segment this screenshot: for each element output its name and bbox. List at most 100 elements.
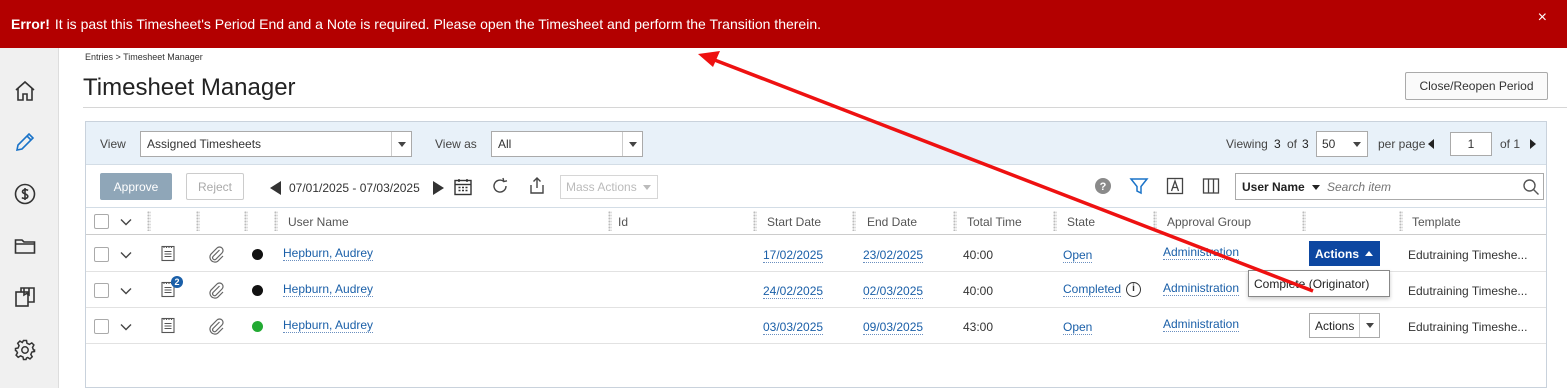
columns-icon[interactable] xyxy=(1201,176,1221,196)
user-name-link[interactable]: Hepburn, Audrey xyxy=(283,318,374,333)
text-format-icon[interactable] xyxy=(1165,176,1185,196)
per-page-select[interactable]: 50 xyxy=(1316,131,1368,157)
chevron-down-icon[interactable] xyxy=(119,320,133,334)
viewing-total: 3 xyxy=(1302,137,1309,151)
start-date-link[interactable]: 17/02/2025 xyxy=(763,248,824,263)
column-resizer[interactable] xyxy=(608,211,612,231)
chevron-down-icon[interactable] xyxy=(119,215,133,229)
column-resizer[interactable] xyxy=(147,211,151,231)
page-value: 1 xyxy=(1467,137,1475,151)
prev-period-icon[interactable] xyxy=(270,181,281,195)
column-resizer[interactable] xyxy=(753,211,757,231)
home-icon[interactable] xyxy=(13,79,37,103)
page-input[interactable]: 1 xyxy=(1450,132,1492,156)
start-date-link[interactable]: 24/02/2025 xyxy=(763,284,824,299)
user-name-link[interactable]: Hepburn, Audrey xyxy=(283,282,374,297)
paperclip-icon[interactable] xyxy=(207,281,225,299)
calendar-icon[interactable] xyxy=(453,177,473,197)
pencil-icon[interactable] xyxy=(13,130,37,154)
error-title: Error! xyxy=(11,16,50,32)
column-header-state[interactable]: State xyxy=(1067,215,1095,229)
copy-icon[interactable] xyxy=(13,285,37,309)
per-page-value: 50 xyxy=(1322,137,1336,151)
paperclip-icon[interactable] xyxy=(207,317,225,335)
export-icon[interactable] xyxy=(527,176,547,196)
chevron-down-icon xyxy=(622,132,642,156)
table-header: User Name Id Start Date End Date Total T… xyxy=(86,207,1546,235)
column-resizer[interactable] xyxy=(196,211,200,231)
column-resizer[interactable] xyxy=(1399,211,1403,231)
column-header-id[interactable]: Id xyxy=(618,215,628,229)
search-field-select[interactable]: User Name xyxy=(1242,180,1321,194)
column-resizer[interactable] xyxy=(1302,211,1306,231)
of-label: of xyxy=(1287,137,1298,151)
total-time-cell: 40:00 xyxy=(963,248,994,262)
column-resizer[interactable] xyxy=(244,211,248,231)
state-link[interactable]: Open xyxy=(1063,320,1093,335)
table-row[interactable]: Hepburn, Audrey 03/03/2025 09/03/2025 43… xyxy=(86,308,1546,344)
menu-item-complete-originator[interactable]: Complete (Originator) xyxy=(1254,277,1369,291)
breadcrumb[interactable]: Entries > Timesheet Manager xyxy=(85,52,203,62)
chevron-up-icon xyxy=(1359,242,1379,265)
info-icon[interactable]: i xyxy=(1126,282,1142,298)
column-header-user-name[interactable]: User Name xyxy=(288,215,349,229)
view-select[interactable]: Assigned Timesheets xyxy=(140,131,412,157)
prev-page-icon[interactable] xyxy=(1428,139,1434,149)
next-period-icon[interactable] xyxy=(433,181,444,195)
column-header-end-date[interactable]: End Date xyxy=(867,215,917,229)
chevron-down-icon[interactable] xyxy=(119,248,133,262)
filter-icon[interactable] xyxy=(1129,176,1149,196)
close-icon[interactable]: × xyxy=(1538,9,1547,27)
dollar-icon[interactable] xyxy=(13,182,37,206)
mass-actions-dropdown[interactable]: Mass Actions xyxy=(560,175,658,199)
search-box: User Name xyxy=(1235,173,1544,200)
date-range: 07/01/2025 - 07/03/2025 xyxy=(289,181,420,195)
mass-actions-label: Mass Actions xyxy=(566,180,637,194)
column-resizer[interactable] xyxy=(852,211,856,231)
user-name-link[interactable]: Hepburn, Audrey xyxy=(283,246,374,261)
column-header-start-date[interactable]: Start Date xyxy=(767,215,821,229)
row-checkbox[interactable] xyxy=(94,283,109,298)
notes-icon[interactable] xyxy=(159,316,177,334)
notes-icon[interactable] xyxy=(159,244,177,262)
approval-group-link[interactable]: Administration xyxy=(1163,281,1240,296)
column-header-total-time[interactable]: Total Time xyxy=(967,215,1022,229)
approval-group-link[interactable]: Administration xyxy=(1163,317,1240,332)
chevron-down-icon xyxy=(1347,132,1367,156)
start-date-link[interactable]: 03/03/2025 xyxy=(763,320,824,335)
end-date-link[interactable]: 09/03/2025 xyxy=(863,320,924,335)
search-icon[interactable] xyxy=(1522,178,1540,196)
approval-group-link[interactable]: Administration xyxy=(1163,245,1240,260)
actions-button[interactable]: Actions xyxy=(1309,241,1380,266)
help-icon[interactable]: ? xyxy=(1093,176,1113,196)
chevron-down-icon[interactable] xyxy=(119,284,133,298)
end-date-link[interactable]: 02/03/2025 xyxy=(863,284,924,299)
reject-button[interactable]: Reject xyxy=(186,173,244,200)
state-link[interactable]: Completed xyxy=(1063,282,1122,297)
row-checkbox[interactable] xyxy=(94,247,109,262)
state-link[interactable]: Open xyxy=(1063,248,1093,263)
error-banner: Error! It is past this Timesheet's Perio… xyxy=(0,0,1567,48)
end-date-link[interactable]: 23/02/2025 xyxy=(863,248,924,263)
column-resizer[interactable] xyxy=(953,211,957,231)
close-reopen-period-button[interactable]: Close/Reopen Period xyxy=(1405,72,1548,100)
column-resizer[interactable] xyxy=(1153,211,1157,231)
column-header-approval-group[interactable]: Approval Group xyxy=(1167,215,1251,229)
column-resizer[interactable] xyxy=(274,211,278,231)
folder-icon[interactable] xyxy=(13,234,37,258)
view-as-select[interactable]: All xyxy=(491,131,643,157)
column-header-template[interactable]: Template xyxy=(1412,215,1461,229)
row-checkbox[interactable] xyxy=(94,319,109,334)
next-page-icon[interactable] xyxy=(1530,139,1536,149)
gear-icon[interactable] xyxy=(13,338,37,362)
actions-button[interactable]: Actions xyxy=(1309,313,1380,338)
search-input[interactable] xyxy=(1325,177,1515,197)
main-content: Entries > Timesheet Manager Timesheet Ma… xyxy=(60,48,1567,388)
table-row[interactable]: Hepburn, Audrey 17/02/2025 23/02/2025 40… xyxy=(86,236,1546,272)
column-resizer[interactable] xyxy=(1053,211,1057,231)
select-all-checkbox[interactable] xyxy=(94,214,109,229)
refresh-icon[interactable] xyxy=(490,176,510,196)
approve-button[interactable]: Approve xyxy=(100,173,172,200)
chevron-down-icon xyxy=(1312,185,1321,191)
paperclip-icon[interactable] xyxy=(207,245,225,263)
